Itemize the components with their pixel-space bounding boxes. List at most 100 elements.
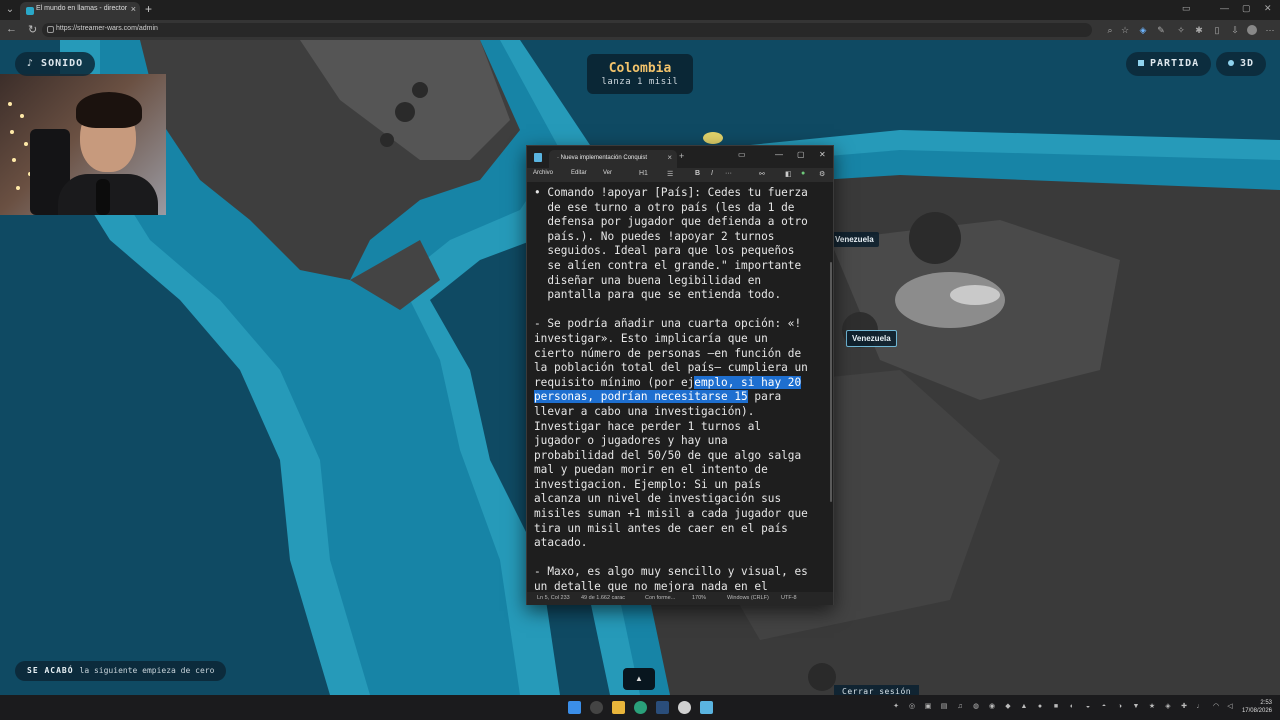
status-encoding: UTF-8 bbox=[781, 595, 797, 601]
notepad-statusbar: Ln 5, Col 233 49 de 1.662 carac Con form… bbox=[527, 592, 833, 605]
zoom-icon[interactable]: ⌕ bbox=[1105, 25, 1115, 35]
notepad-text-content[interactable]: • Comando !apoyar [País]: Cedes tu fuerz… bbox=[534, 186, 824, 592]
link-icon[interactable]: ⚯ bbox=[759, 170, 765, 178]
microphone-icon[interactable]: ♩ bbox=[1196, 703, 1204, 711]
notepad-scrollbar[interactable] bbox=[830, 262, 832, 502]
tray-icon-6[interactable]: ◍ bbox=[972, 703, 980, 711]
tray-icon-5[interactable]: ♫ bbox=[956, 703, 964, 711]
tray-icon-13[interactable]: ◒ bbox=[1084, 703, 1092, 711]
notepad-minimize-icon[interactable]: — bbox=[775, 150, 783, 159]
notepad-maximize-icon[interactable]: ▢ bbox=[797, 150, 805, 159]
downloads-icon[interactable]: ⇩ bbox=[1230, 25, 1240, 35]
tray-icon-12[interactable]: ◐ bbox=[1068, 703, 1076, 711]
chrome-browser-icon[interactable] bbox=[678, 701, 691, 714]
logout-button[interactable]: Cerrar sesión bbox=[834, 685, 920, 695]
tray-icon-18[interactable]: ◈ bbox=[1164, 703, 1172, 711]
notepad-titlebar[interactable]: · Nueva implementación Conquist × + ▭ — … bbox=[527, 146, 833, 168]
tray-icon-4[interactable]: ▤ bbox=[940, 703, 948, 711]
extension-icon[interactable]: ◈ bbox=[1138, 25, 1148, 35]
tray-icon-14[interactable]: ◓ bbox=[1100, 703, 1108, 711]
start-windows-icon[interactable] bbox=[568, 701, 581, 714]
notepad-editor[interactable]: • Comando !apoyar [País]: Cedes tu fuerz… bbox=[527, 182, 833, 592]
expand-panel-button[interactable]: ▲ bbox=[623, 668, 655, 690]
steam-icon[interactable] bbox=[656, 701, 669, 714]
notepad-compact-icon[interactable]: ▭ bbox=[738, 150, 746, 159]
partida-button[interactable]: PARTIDA bbox=[1126, 52, 1212, 76]
extensions-icon[interactable]: ✱ bbox=[1194, 25, 1204, 35]
volume-icon[interactable]: ◁ bbox=[1226, 703, 1234, 711]
tray-icon-3[interactable]: ▣ bbox=[924, 703, 932, 711]
sound-button[interactable]: ♪ SONIDO bbox=[15, 52, 96, 76]
browser-tab-bar: ⌄ El mundo en llamas - director × + ▭ — … bbox=[0, 0, 1280, 20]
system-clock[interactable]: 2:53 17/08/2026 bbox=[1242, 699, 1272, 715]
browser-menu-icon[interactable]: ⋯ bbox=[1265, 25, 1275, 35]
tray-icon-19[interactable]: ✚ bbox=[1180, 703, 1188, 711]
account-icon[interactable]: ● bbox=[801, 170, 805, 177]
tray-icon-11[interactable]: ■ bbox=[1052, 703, 1060, 711]
tray-icon-17[interactable]: ★ bbox=[1148, 703, 1156, 711]
banner-action: lanza 1 misil bbox=[601, 77, 679, 87]
back-icon[interactable]: ← bbox=[6, 23, 17, 35]
tray-icon-15[interactable]: ◑ bbox=[1116, 703, 1124, 711]
status-text: la siguiente empieza de cero bbox=[79, 666, 215, 675]
split-view-icon[interactable]: ▯ bbox=[1212, 25, 1222, 35]
tray-icon-7[interactable]: ◉ bbox=[988, 703, 996, 711]
notepad-app-icon bbox=[534, 153, 542, 162]
status-zoom: 170% bbox=[692, 595, 707, 601]
bold-button[interactable]: B bbox=[695, 170, 700, 177]
status-position: Ln 5, Col 233 bbox=[537, 595, 570, 601]
settings-gear-icon[interactable]: ⚙ bbox=[819, 170, 825, 178]
wifi-icon[interactable]: ◠ bbox=[1212, 703, 1220, 711]
close-window-icon[interactable]: ✕ bbox=[1264, 3, 1272, 14]
tray-icon-8[interactable]: ◆ bbox=[1004, 703, 1012, 711]
banner-country: Colombia bbox=[608, 61, 672, 76]
dot-icon bbox=[1228, 60, 1234, 66]
browser-tab[interactable]: El mundo en llamas - director × bbox=[20, 2, 140, 20]
heading-dropdown[interactable]: H1 bbox=[639, 170, 648, 177]
tab-title: El mundo en llamas - director bbox=[36, 5, 128, 12]
url-field[interactable]: https://streamer-wars.com/admin bbox=[42, 23, 1092, 37]
tray-icon-16[interactable]: ▼ bbox=[1132, 703, 1140, 711]
site-info-icon[interactable] bbox=[47, 26, 54, 33]
country-label-venezuela-selected[interactable]: Venezuela bbox=[846, 330, 897, 347]
minimize-icon[interactable]: — bbox=[1220, 3, 1229, 13]
extension-puzzle-icon[interactable]: ✧ bbox=[1176, 25, 1186, 35]
search-icon[interactable] bbox=[590, 701, 603, 714]
extension-pen-icon[interactable]: ✎ bbox=[1156, 25, 1166, 35]
edge-browser-icon[interactable] bbox=[634, 701, 647, 714]
reload-icon[interactable]: ↻ bbox=[28, 23, 37, 36]
tray-icon-2[interactable]: ◎ bbox=[908, 703, 916, 711]
notepad-window[interactable]: · Nueva implementación Conquist × + ▭ — … bbox=[526, 145, 834, 605]
tray-icon-10[interactable]: ● bbox=[1036, 703, 1044, 711]
music-note-icon: ♪ bbox=[27, 58, 42, 69]
notepad-taskbar-icon[interactable] bbox=[700, 701, 713, 714]
tray-icon-1[interactable]: ✦ bbox=[892, 703, 900, 711]
maximize-icon[interactable]: ▢ bbox=[1242, 3, 1251, 14]
new-tab-button[interactable]: + bbox=[145, 2, 152, 16]
status-format[interactable]: Con forme... bbox=[645, 595, 675, 601]
square-icon bbox=[1138, 60, 1144, 66]
notepad-tab-close-icon[interactable]: × bbox=[667, 153, 672, 162]
more-tools-button[interactable]: ··· bbox=[725, 170, 732, 177]
bookmark-star-icon[interactable]: ☆ bbox=[1120, 25, 1130, 35]
menu-ver[interactable]: Ver bbox=[603, 170, 612, 176]
profile-avatar-icon[interactable] bbox=[1247, 25, 1257, 35]
file-explorer-icon[interactable] bbox=[612, 701, 625, 714]
list-icon[interactable]: ☰ bbox=[667, 170, 673, 178]
copilot-icon[interactable]: ◧ bbox=[785, 170, 792, 178]
notepad-new-tab-button[interactable]: + bbox=[679, 151, 684, 161]
notepad-close-icon[interactable]: ✕ bbox=[819, 150, 826, 159]
tab-close-icon[interactable]: × bbox=[131, 4, 136, 14]
person-hair bbox=[76, 92, 142, 128]
window-profile-icon[interactable]: ▭ bbox=[1182, 3, 1191, 14]
menu-archivo[interactable]: Archivo bbox=[533, 170, 553, 176]
menu-editar[interactable]: Editar bbox=[571, 170, 587, 176]
windows-taskbar: ✦ ◎ ▣ ▤ ♫ ◍ ◉ ◆ ▲ ● ■ ◐ ◒ ◓ ◑ ▼ ★ ◈ ✚ ♩ … bbox=[0, 695, 1280, 720]
view-3d-button[interactable]: 3D bbox=[1216, 52, 1267, 76]
notepad-tab[interactable]: · Nueva implementación Conquist × bbox=[549, 150, 677, 168]
country-label-venezuela[interactable]: Venezuela bbox=[830, 232, 879, 247]
microphone bbox=[96, 179, 110, 215]
tab-menu-icon[interactable]: ⌄ bbox=[3, 3, 17, 17]
tray-icon-9[interactable]: ▲ bbox=[1020, 703, 1028, 711]
italic-button[interactable]: I bbox=[711, 170, 713, 177]
